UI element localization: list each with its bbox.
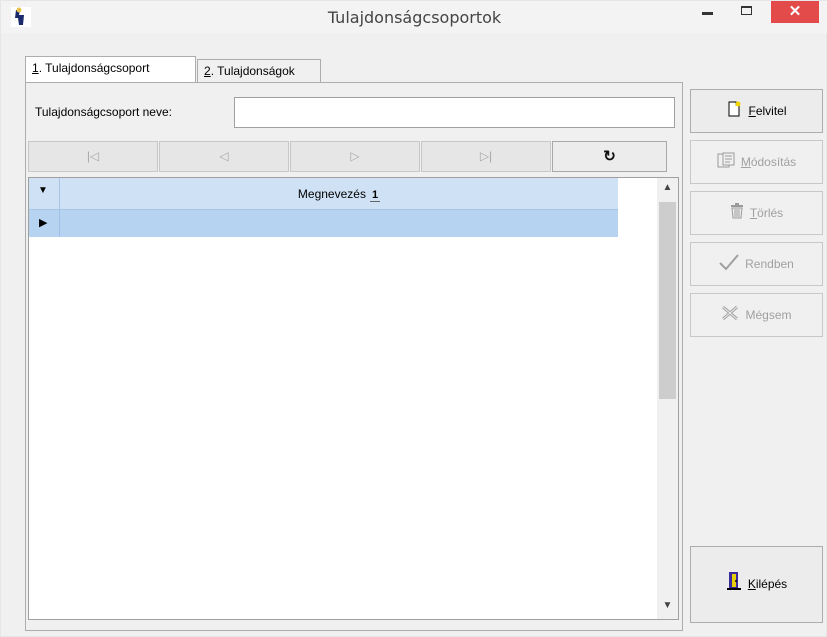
minimize-icon (702, 12, 713, 15)
sort-order-badge: 1 (369, 189, 381, 202)
close-button[interactable]: ✕ (771, 1, 819, 23)
group-name-input[interactable] (234, 97, 675, 128)
felvitel-button[interactable]: Felvitel (690, 89, 823, 133)
scroll-up-arrow-icon[interactable]: ▲ (657, 182, 678, 198)
button-label: örlés (757, 206, 784, 220)
button-label: ódosítás (750, 155, 797, 169)
first-record-icon: |◁ (86, 149, 100, 163)
main-window: Tulajdonságcsoportok ✕ 1. Tulajdonságcso… (0, 0, 827, 637)
minimize-button[interactable] (691, 1, 725, 23)
kilepes-button[interactable]: Kilépés (690, 546, 823, 623)
checkmark-icon (719, 254, 739, 270)
scrollbar-thumb[interactable] (659, 202, 676, 399)
trash-icon (730, 203, 743, 219)
next-record-icon: ▷ (350, 149, 360, 163)
prior-record-icon: ◁ (219, 149, 229, 163)
nav-first-button[interactable]: |◁ (28, 141, 158, 172)
maximize-icon (741, 6, 752, 15)
megsem-button[interactable]: Mégsem (690, 293, 823, 337)
current-row-pointer-icon: ▶ (39, 217, 48, 229)
button-label: Rendben (745, 257, 794, 271)
tab-tulajdonsagok[interactable]: 2. Tulajdonságok (197, 59, 321, 82)
button-label: elvitel (755, 104, 787, 118)
scroll-down-arrow-icon[interactable]: ▼ (657, 600, 678, 616)
tab-label: . Tulajdonságcsoport (38, 61, 150, 75)
tab-mnemonic: 1 (32, 61, 39, 75)
torles-button[interactable]: Törlés (690, 191, 823, 235)
new-document-icon (728, 101, 741, 117)
button-label: Mégsem (745, 308, 792, 322)
table-row[interactable]: ▶ (29, 210, 618, 237)
data-grid[interactable]: ▼ Megnevezés 1 ▶ ▲ ▼ (28, 177, 679, 620)
edit-document-icon (717, 152, 735, 168)
tab-label: . Tulajdonságok (210, 64, 295, 78)
vertical-scrollbar[interactable]: ▲ ▼ (657, 178, 678, 619)
modositas-button[interactable]: Módosítás (690, 140, 823, 184)
close-icon: ✕ (788, 3, 802, 20)
title-bar[interactable]: Tulajdonságcsoportok ✕ (1, 1, 827, 33)
record-navigator: |◁ ◁ ▷ ▷| ↻ (28, 141, 667, 172)
exit-door-icon (726, 572, 741, 590)
nav-prior-button[interactable]: ◁ (159, 141, 289, 172)
button-mnemonic: M (740, 155, 751, 169)
maximize-button[interactable] (731, 1, 765, 23)
button-label: ilépés (755, 577, 788, 591)
last-record-icon: ▷| (479, 149, 493, 163)
grid-header: ▼ Megnevezés 1 (29, 178, 618, 210)
button-mnemonic: F (748, 104, 756, 118)
refresh-icon: ↻ (603, 148, 616, 165)
column-header-megnevezes[interactable]: Megnevezés 1 (60, 178, 618, 210)
nav-refresh-button[interactable]: ↻ (552, 141, 667, 172)
rendben-button[interactable]: Rendben (690, 242, 823, 286)
nav-next-button[interactable]: ▷ (290, 141, 420, 172)
tab-tulajdonsagcsoport[interactable]: 1. Tulajdonságcsoport (25, 56, 196, 82)
tab-mnemonic: 2 (204, 64, 211, 78)
column-title: Megnevezés (297, 187, 366, 201)
button-mnemonic: K (747, 577, 756, 591)
group-name-label: Tulajdonságcsoport neve: (35, 105, 172, 119)
row-indicator-cell[interactable]: ▶ (29, 210, 60, 237)
dropdown-triangle-icon: ▼ (38, 185, 48, 196)
header-indicator-cell[interactable]: ▼ (29, 178, 60, 210)
nav-last-button[interactable]: ▷| (421, 141, 551, 172)
cancel-x-icon (722, 305, 739, 321)
